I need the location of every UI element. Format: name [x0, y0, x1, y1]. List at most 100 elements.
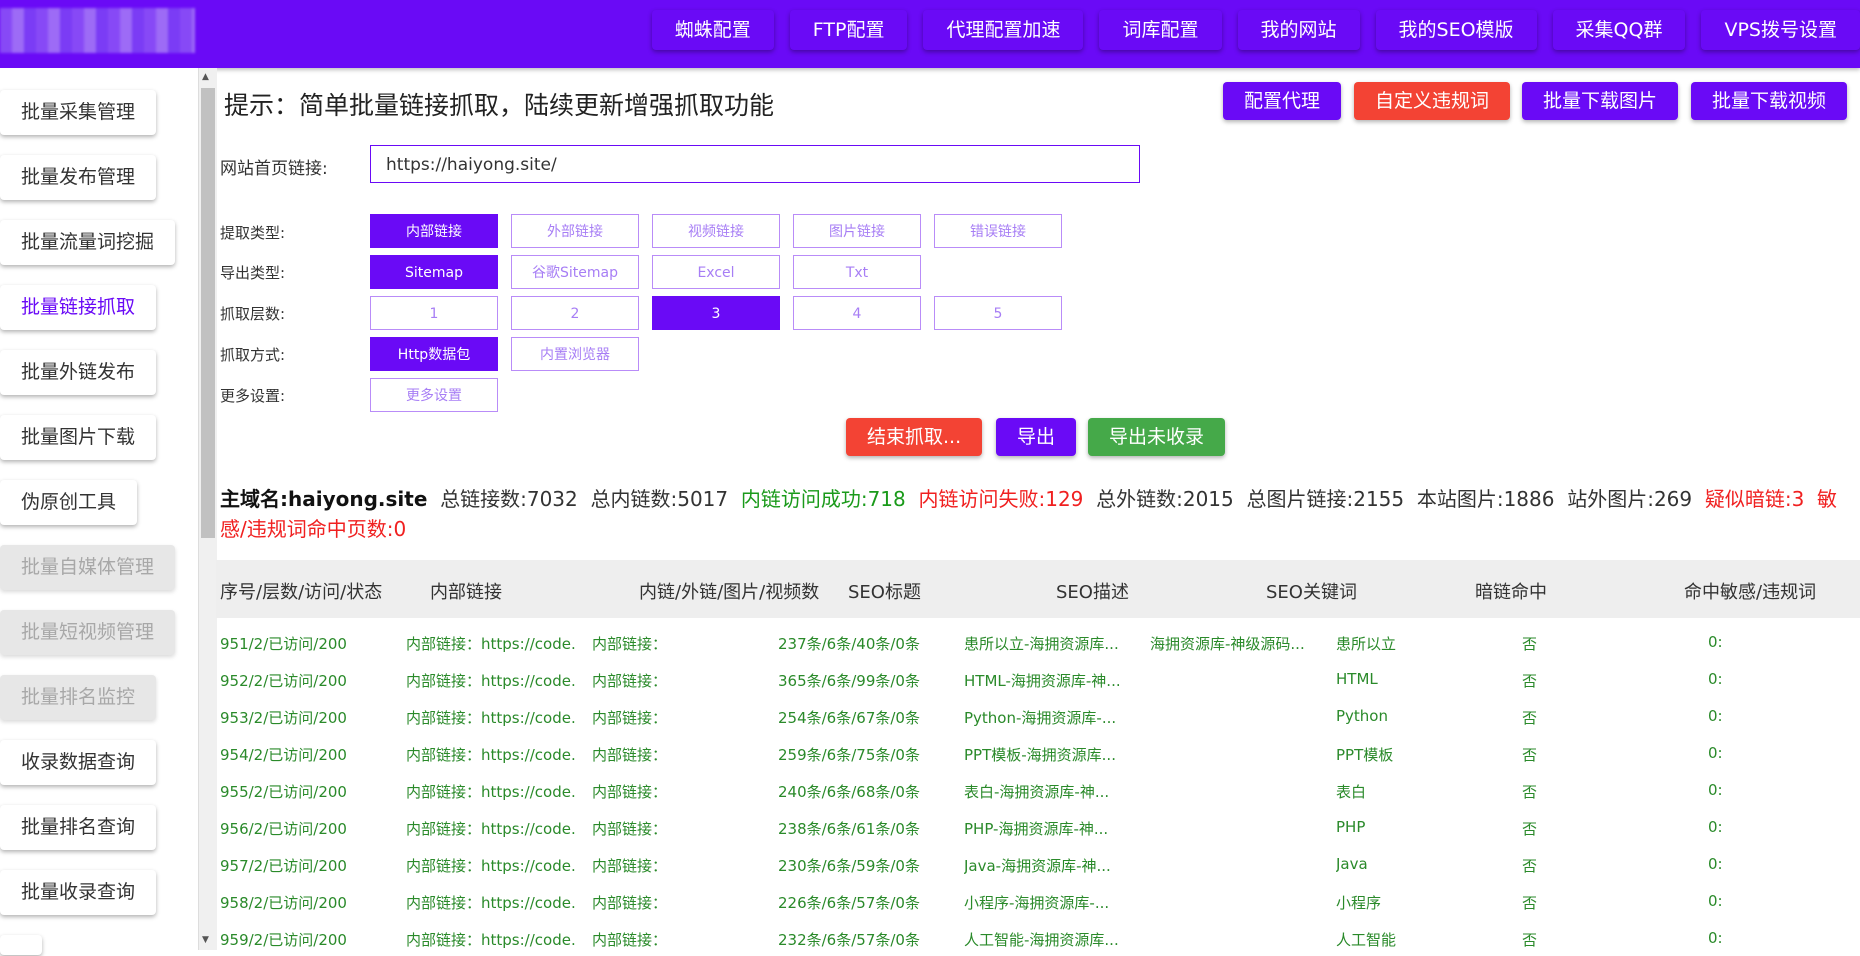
cell-counts: 240条/6条/68条/0条 — [778, 783, 920, 801]
table-row[interactable]: 954/2/已访问/200 内部链接：https://code.ha 内部链接：… — [216, 734, 1860, 771]
homepage-url-input[interactable]: https://haiyong.site/ — [370, 145, 1140, 183]
stat-external-images: 站外图片:269 — [1567, 487, 1693, 511]
nav-ftp-config[interactable]: FTP配置 — [789, 10, 908, 50]
stop-crawl-button[interactable]: 结束抓取... — [846, 418, 983, 456]
sidebar-item-batch-index-query[interactable]: 批量收录查询 — [0, 870, 157, 915]
cell-internal-link[interactable]: 内部链接：https://code.ha — [406, 633, 576, 654]
table-header: 序号/层数/访问/状态 内部链接 内链/外链/图片/视频数 SEO标题 SEO描… — [216, 560, 1860, 618]
extract-external-option[interactable]: 外部链接 — [511, 214, 639, 248]
th-seo-keywords: SEO关键词 — [1266, 582, 1357, 603]
depth-4-option[interactable]: 4 — [793, 296, 921, 330]
table-row[interactable]: 955/2/已访问/200 内部链接：https://code.ha 内部链接：… — [216, 771, 1860, 808]
table-row[interactable]: 958/2/已访问/200 内部链接：https://code.ha 内部链接：… — [216, 882, 1860, 919]
sidebar-item-rank-monitor[interactable]: 批量排名监控 — [0, 675, 157, 720]
cell-index: 953/2/已访问/200 — [220, 709, 347, 727]
scroll-thumb[interactable] — [201, 88, 215, 538]
main-panel: 提示：简单批量链接抓取，陆续更新增强抓取功能 配置代理 自定义违规词 批量下载图… — [216, 68, 1860, 950]
sidebar-item-keyword-mining[interactable]: 批量流量词挖掘 — [0, 220, 176, 265]
sidebar-item-image-download[interactable]: 批量图片下载 — [0, 415, 157, 460]
method-http-option[interactable]: Http数据包 — [370, 337, 498, 371]
download-images-button[interactable]: 批量下载图片 — [1522, 82, 1679, 120]
cell-seo-keywords: 人工智能 — [1336, 931, 1397, 949]
cell-sensitive: 0: — [1708, 744, 1723, 762]
export-excel-option[interactable]: Excel — [652, 255, 780, 289]
config-proxy-button[interactable]: 配置代理 — [1223, 82, 1342, 120]
cell-counts: 230条/6条/59条/0条 — [778, 857, 920, 875]
cell-internal-link[interactable]: 内部链接：https://code.ha — [406, 781, 576, 802]
cell-sensitive: 0: — [1708, 818, 1723, 836]
custom-rules-button[interactable]: 自定义违规词 — [1354, 82, 1511, 120]
export-unindexed-button[interactable]: 导出未收录 — [1088, 418, 1226, 456]
depth-3-option[interactable]: 3 — [652, 296, 780, 330]
depth-1-option[interactable]: 1 — [370, 296, 498, 330]
cell-internal-link[interactable]: 内部链接：https://code.ha — [406, 855, 576, 876]
cell-internal-link[interactable]: 内部链接：https://code.ha — [406, 818, 576, 839]
extract-internal-option[interactable]: 内部链接 — [370, 214, 498, 248]
domain-label: 主域名: — [220, 487, 288, 511]
sidebar-item-batch-publish[interactable]: 批量发布管理 — [0, 155, 157, 200]
cell-dark-link: 否 — [1522, 894, 1538, 912]
sidebar-item-rewrite-tool[interactable]: 伪原创工具 — [0, 480, 138, 525]
cell-sensitive: 0: — [1708, 855, 1723, 873]
extract-video-option[interactable]: 视频链接 — [652, 214, 780, 248]
scroll-up-icon[interactable]: ▲ — [202, 72, 209, 82]
sidebar-item-batch-collect[interactable]: 批量采集管理 — [0, 90, 157, 135]
table-row[interactable]: 951/2/已访问/200 内部链接：https://code.ha 内部链接：… — [216, 623, 1860, 660]
cell-internal-link[interactable]: 内部链接：https://code.ha — [406, 744, 576, 765]
nav-my-sites[interactable]: 我的网站 — [1237, 10, 1360, 50]
depth-5-option[interactable]: 5 — [934, 296, 1062, 330]
export-txt-option[interactable]: Txt — [793, 255, 921, 289]
sidebar-item-backlink-publish[interactable]: 批量外链发布 — [0, 350, 157, 395]
table-row[interactable]: 953/2/已访问/200 内部链接：https://code.ha 内部链接：… — [216, 697, 1860, 734]
cell-index: 952/2/已访问/200 — [220, 672, 347, 690]
extract-image-option[interactable]: 图片链接 — [793, 214, 921, 248]
cell-link-type: 内部链接： — [592, 857, 668, 875]
stat-local-images: 本站图片:1886 — [1416, 487, 1555, 511]
extract-type-label: 提取类型: — [220, 224, 286, 242]
stat-internal-fail: 内链访问失败:129 — [918, 487, 1084, 511]
sidebar-item-rank-query[interactable]: 批量排名查询 — [0, 805, 157, 850]
nav-vps-dialup[interactable]: VPS拨号设置 — [1701, 10, 1860, 50]
depth-2-option[interactable]: 2 — [511, 296, 639, 330]
method-browser-option[interactable]: 内置浏览器 — [511, 337, 639, 371]
sidebar-item-index-query[interactable]: 收录数据查询 — [0, 740, 157, 785]
sidebar-item-partial[interactable] — [0, 935, 42, 955]
depth-label: 抓取层数: — [220, 305, 286, 323]
more-settings-button[interactable]: 更多设置 — [370, 378, 498, 412]
table-row[interactable]: 959/2/已访问/200 内部链接：https://code.ha 内部链接：… — [216, 919, 1860, 956]
cell-index: 958/2/已访问/200 — [220, 894, 347, 912]
th-internal-link: 内部链接 — [430, 582, 502, 603]
sidebar-item-media-manage[interactable]: 批量自媒体管理 — [0, 545, 176, 590]
cell-index: 954/2/已访问/200 — [220, 746, 347, 764]
cell-seo-keywords: Java — [1336, 855, 1368, 873]
export-button[interactable]: 导出 — [996, 418, 1077, 456]
nav-qq-group[interactable]: 采集QQ群 — [1552, 10, 1686, 50]
cell-internal-link[interactable]: 内部链接：https://code.ha — [406, 892, 576, 913]
nav-proxy-config[interactable]: 代理配置加速 — [923, 10, 1084, 50]
nav-spider-config[interactable]: 蜘蛛配置 — [651, 10, 774, 50]
cell-counts: 254条/6条/67条/0条 — [778, 709, 920, 727]
sidebar-scrollbar[interactable]: ▲ ▼ — [198, 68, 217, 950]
download-videos-button[interactable]: 批量下载视频 — [1691, 82, 1848, 120]
cell-internal-link[interactable]: 内部链接：https://code.ha — [406, 670, 576, 691]
cell-internal-link[interactable]: 内部链接：https://code.ha — [406, 929, 576, 950]
scroll-down-icon[interactable]: ▼ — [202, 935, 209, 945]
domain-value: haiyong.site — [288, 487, 428, 511]
extract-error-option[interactable]: 错误链接 — [934, 214, 1062, 248]
cell-internal-link[interactable]: 内部链接：https://code.ha — [406, 707, 576, 728]
export-google-sitemap-option[interactable]: 谷歌Sitemap — [511, 255, 639, 289]
nav-lexicon-config[interactable]: 词库配置 — [1099, 10, 1222, 50]
export-sitemap-option[interactable]: Sitemap — [370, 255, 498, 289]
table-row[interactable]: 952/2/已访问/200 内部链接：https://code.ha 内部链接：… — [216, 660, 1860, 697]
cell-counts: 237条/6条/40条/0条 — [778, 635, 920, 653]
sidebar-item-video-manage[interactable]: 批量短视频管理 — [0, 610, 176, 655]
cell-seo-keywords: 患所以立 — [1336, 635, 1397, 653]
table-row[interactable]: 957/2/已访问/200 内部链接：https://code.ha 内部链接：… — [216, 845, 1860, 882]
table-row[interactable]: 956/2/已访问/200 内部链接：https://code.ha 内部链接：… — [216, 808, 1860, 845]
method-label: 抓取方式: — [220, 346, 286, 364]
page-tip: 提示：简单批量链接抓取，陆续更新增强抓取功能 — [224, 91, 775, 120]
nav-my-seo-templates[interactable]: 我的SEO模版 — [1375, 10, 1537, 50]
stat-internal-ok: 内链访问成功:718 — [740, 487, 906, 511]
sidebar-item-link-crawl[interactable]: 批量链接抓取 — [0, 285, 157, 330]
stat-dark-links: 疑似暗链:3 — [1704, 487, 1805, 511]
